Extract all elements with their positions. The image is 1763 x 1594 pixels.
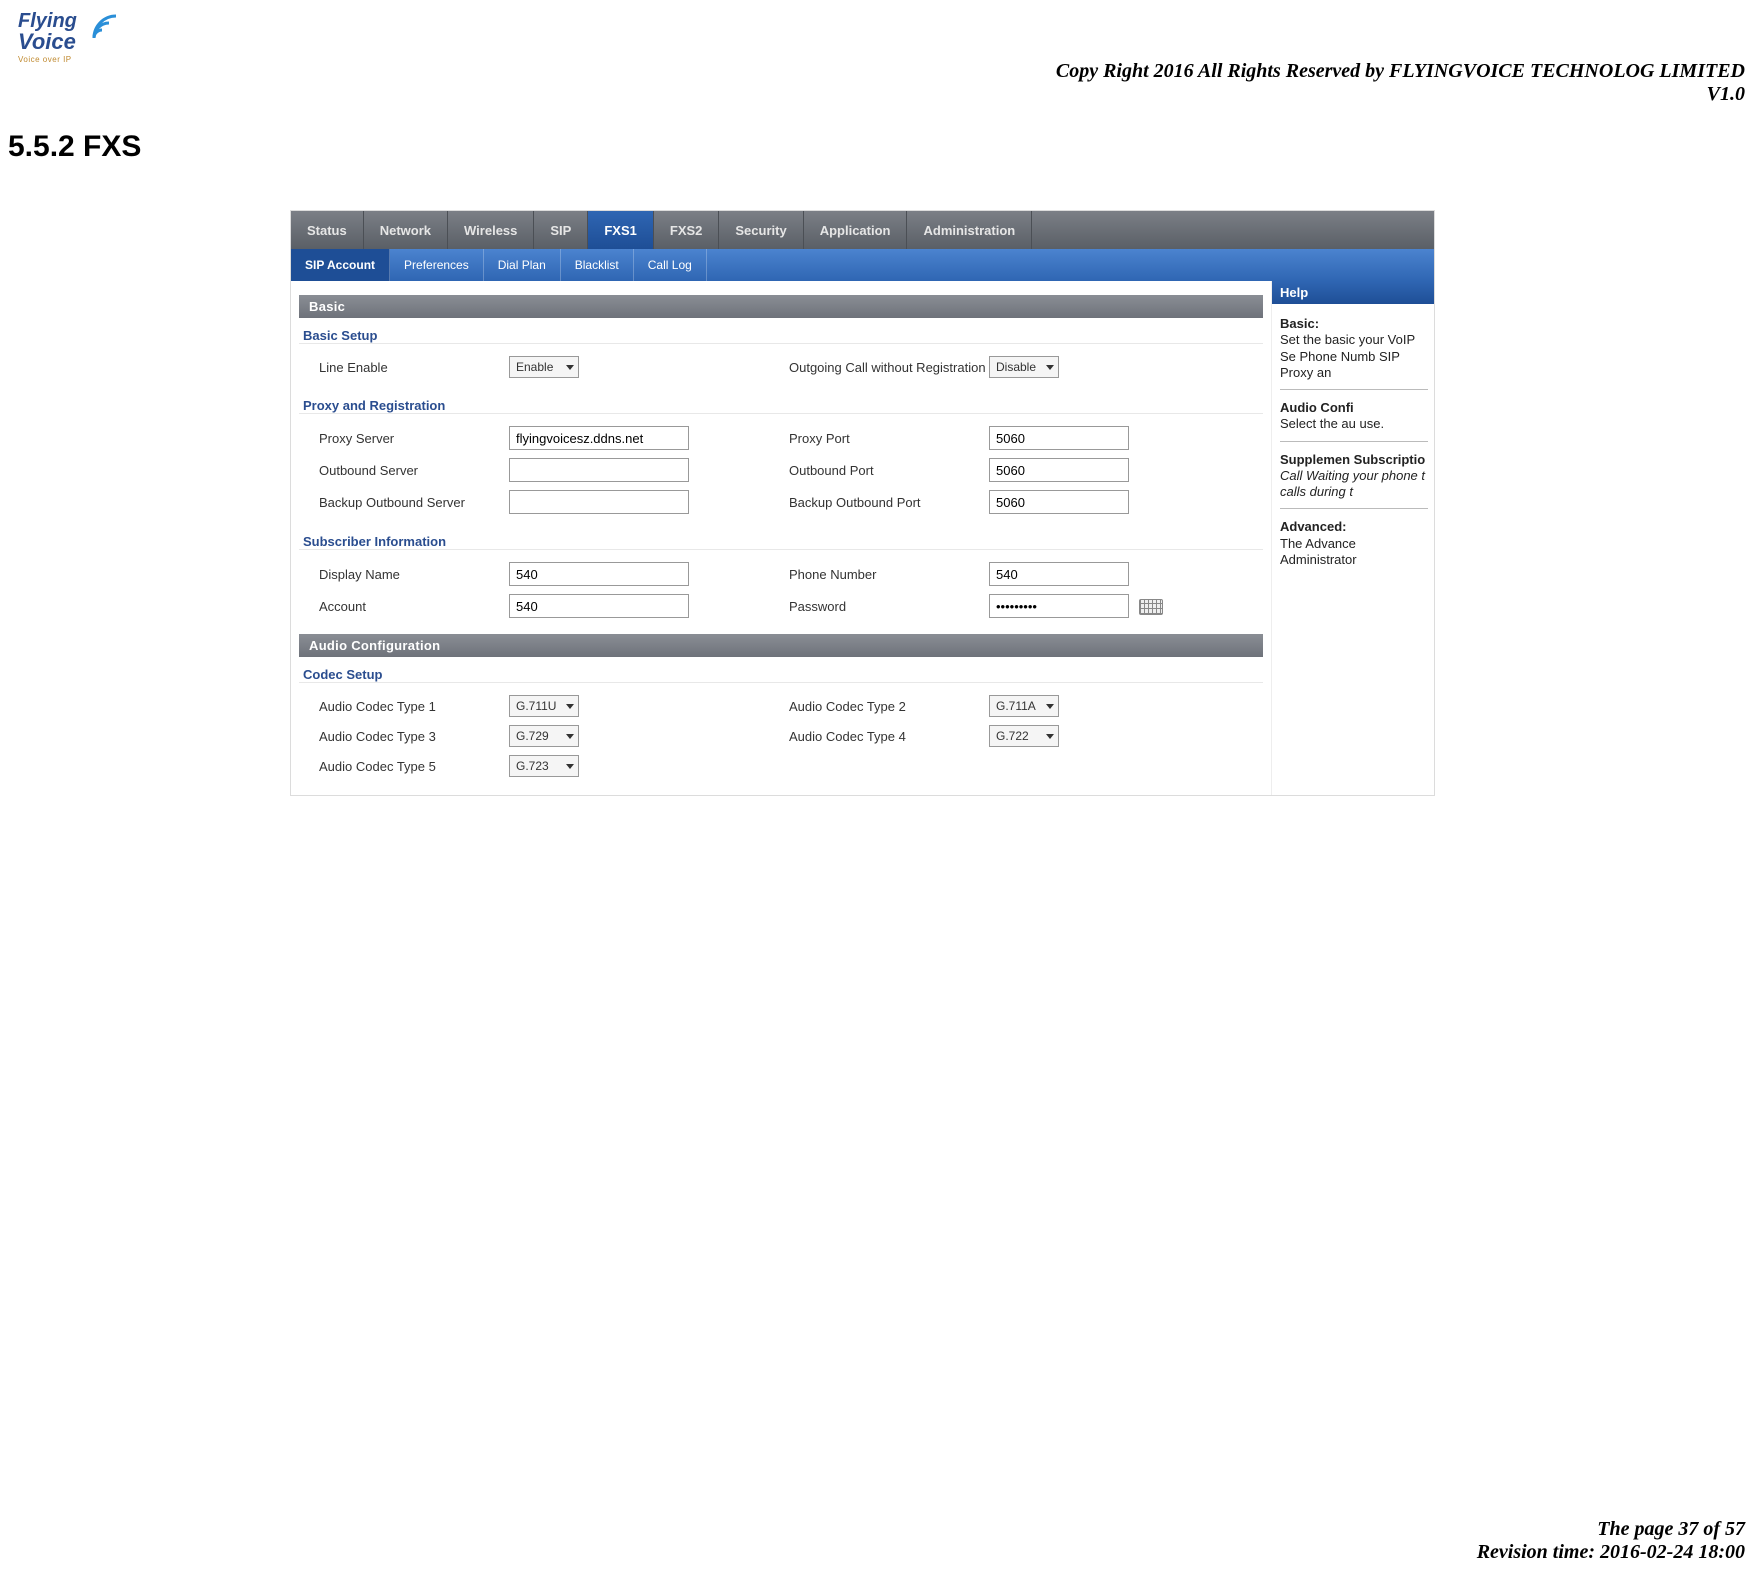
panel-audio-header: Audio Configuration	[299, 634, 1263, 657]
label-outgoing-no-reg: Outgoing Call without Registration	[789, 360, 989, 375]
input-outbound-port[interactable]	[989, 458, 1129, 482]
version-line: V1.0	[1056, 83, 1745, 106]
input-phone-number[interactable]	[989, 562, 1129, 586]
help-title: Help	[1272, 281, 1434, 304]
logo: Flying Voice Voice over IP	[18, 10, 113, 70]
select-line-enable[interactable]: Enable	[509, 356, 579, 378]
footer-page: The page 37 of 57	[1477, 1518, 1745, 1541]
select-codec1[interactable]: G.711U	[509, 695, 579, 717]
help-adv-body: The Advance Administrator	[1280, 536, 1357, 567]
input-backup-outbound-server[interactable]	[509, 490, 689, 514]
subtab-blacklist[interactable]: Blacklist	[561, 249, 634, 281]
logo-subtitle: Voice over IP	[18, 55, 113, 64]
input-proxy-server[interactable]	[509, 426, 689, 450]
help-basic-body: Set the basic your VoIP Se Phone Numb SI…	[1280, 332, 1415, 380]
select-codec4[interactable]: G.722	[989, 725, 1059, 747]
input-backup-outbound-port[interactable]	[989, 490, 1129, 514]
label-outbound-port: Outbound Port	[789, 463, 989, 478]
input-proxy-port[interactable]	[989, 426, 1129, 450]
tab-administration[interactable]: Administration	[907, 211, 1032, 249]
label-backup-outbound-server: Backup Outbound Server	[319, 495, 509, 510]
chevron-down-icon	[566, 704, 574, 709]
label-proxy-server: Proxy Server	[319, 431, 509, 446]
select-codec5[interactable]: G.723	[509, 755, 579, 777]
chevron-down-icon	[1046, 704, 1054, 709]
chevron-down-icon	[566, 734, 574, 739]
tab-fxs2[interactable]: FXS2	[654, 211, 720, 249]
subtab-call-log[interactable]: Call Log	[634, 249, 707, 281]
page-header-right: Copy Right 2016 All Rights Reserved by F…	[1056, 60, 1745, 106]
select-outgoing-no-reg[interactable]: Disable	[989, 356, 1059, 378]
copyright-line: Copy Right 2016 All Rights Reserved by F…	[1056, 60, 1745, 83]
input-password[interactable]	[989, 594, 1129, 618]
page-footer: The page 37 of 57 Revision time: 2016-02…	[1477, 1518, 1745, 1564]
input-outbound-server[interactable]	[509, 458, 689, 482]
label-proxy-port: Proxy Port	[789, 431, 989, 446]
select-codec3[interactable]: G.729	[509, 725, 579, 747]
sub-nav: SIP Account Preferences Dial Plan Blackl…	[291, 249, 1434, 281]
help-panel: Help Basic: Set the basic your VoIP Se P…	[1271, 281, 1434, 795]
group-proxy-registration: Proxy and Registration	[303, 398, 1263, 413]
chevron-down-icon	[566, 365, 574, 370]
help-audio-head: Audio Confi	[1280, 400, 1428, 416]
tab-fxs1[interactable]: FXS1	[588, 211, 654, 249]
tab-application[interactable]: Application	[804, 211, 908, 249]
wifi-icon	[90, 12, 120, 42]
top-nav: Status Network Wireless SIP FXS1 FXS2 Se…	[291, 211, 1434, 249]
label-codec2: Audio Codec Type 2	[789, 699, 989, 714]
tab-wireless[interactable]: Wireless	[448, 211, 534, 249]
group-subscriber-info: Subscriber Information	[303, 534, 1263, 549]
help-audio-body: Select the au use.	[1280, 416, 1384, 431]
label-backup-outbound-port: Backup Outbound Port	[789, 495, 989, 510]
panel-basic-header: Basic	[299, 295, 1263, 318]
keyboard-icon[interactable]	[1139, 599, 1163, 615]
label-display-name: Display Name	[319, 567, 509, 582]
label-codec5: Audio Codec Type 5	[319, 759, 509, 774]
input-account[interactable]	[509, 594, 689, 618]
footer-revision: Revision time: 2016-02-24 18:00	[1477, 1541, 1745, 1564]
label-password: Password	[789, 599, 989, 614]
chevron-down-icon	[566, 764, 574, 769]
tab-network[interactable]: Network	[364, 211, 448, 249]
tab-status[interactable]: Status	[291, 211, 364, 249]
group-codec-setup: Codec Setup	[303, 667, 1263, 682]
subtab-sip-account[interactable]: SIP Account	[291, 249, 390, 281]
chevron-down-icon	[1046, 365, 1054, 370]
label-codec3: Audio Codec Type 3	[319, 729, 509, 744]
input-display-name[interactable]	[509, 562, 689, 586]
help-supp-head: Supplemen Subscriptio	[1280, 452, 1428, 468]
tab-sip[interactable]: SIP	[534, 211, 588, 249]
label-codec4: Audio Codec Type 4	[789, 729, 989, 744]
label-account: Account	[319, 599, 509, 614]
label-outbound-server: Outbound Server	[319, 463, 509, 478]
select-codec2[interactable]: G.711A	[989, 695, 1059, 717]
label-line-enable: Line Enable	[319, 360, 509, 375]
label-phone-number: Phone Number	[789, 567, 989, 582]
section-heading: 5.5.2 FXS	[8, 130, 141, 164]
label-codec1: Audio Codec Type 1	[319, 699, 509, 714]
admin-ui-screenshot: Status Network Wireless SIP FXS1 FXS2 Se…	[290, 210, 1435, 796]
subtab-preferences[interactable]: Preferences	[390, 249, 484, 281]
help-adv-head: Advanced:	[1280, 519, 1428, 535]
subtab-dial-plan[interactable]: Dial Plan	[484, 249, 561, 281]
tab-security[interactable]: Security	[719, 211, 803, 249]
chevron-down-icon	[1046, 734, 1054, 739]
help-supp-body: Call Waiting your phone t calls during t	[1280, 468, 1425, 499]
help-basic-head: Basic:	[1280, 316, 1428, 332]
group-basic-setup: Basic Setup	[303, 328, 1263, 343]
